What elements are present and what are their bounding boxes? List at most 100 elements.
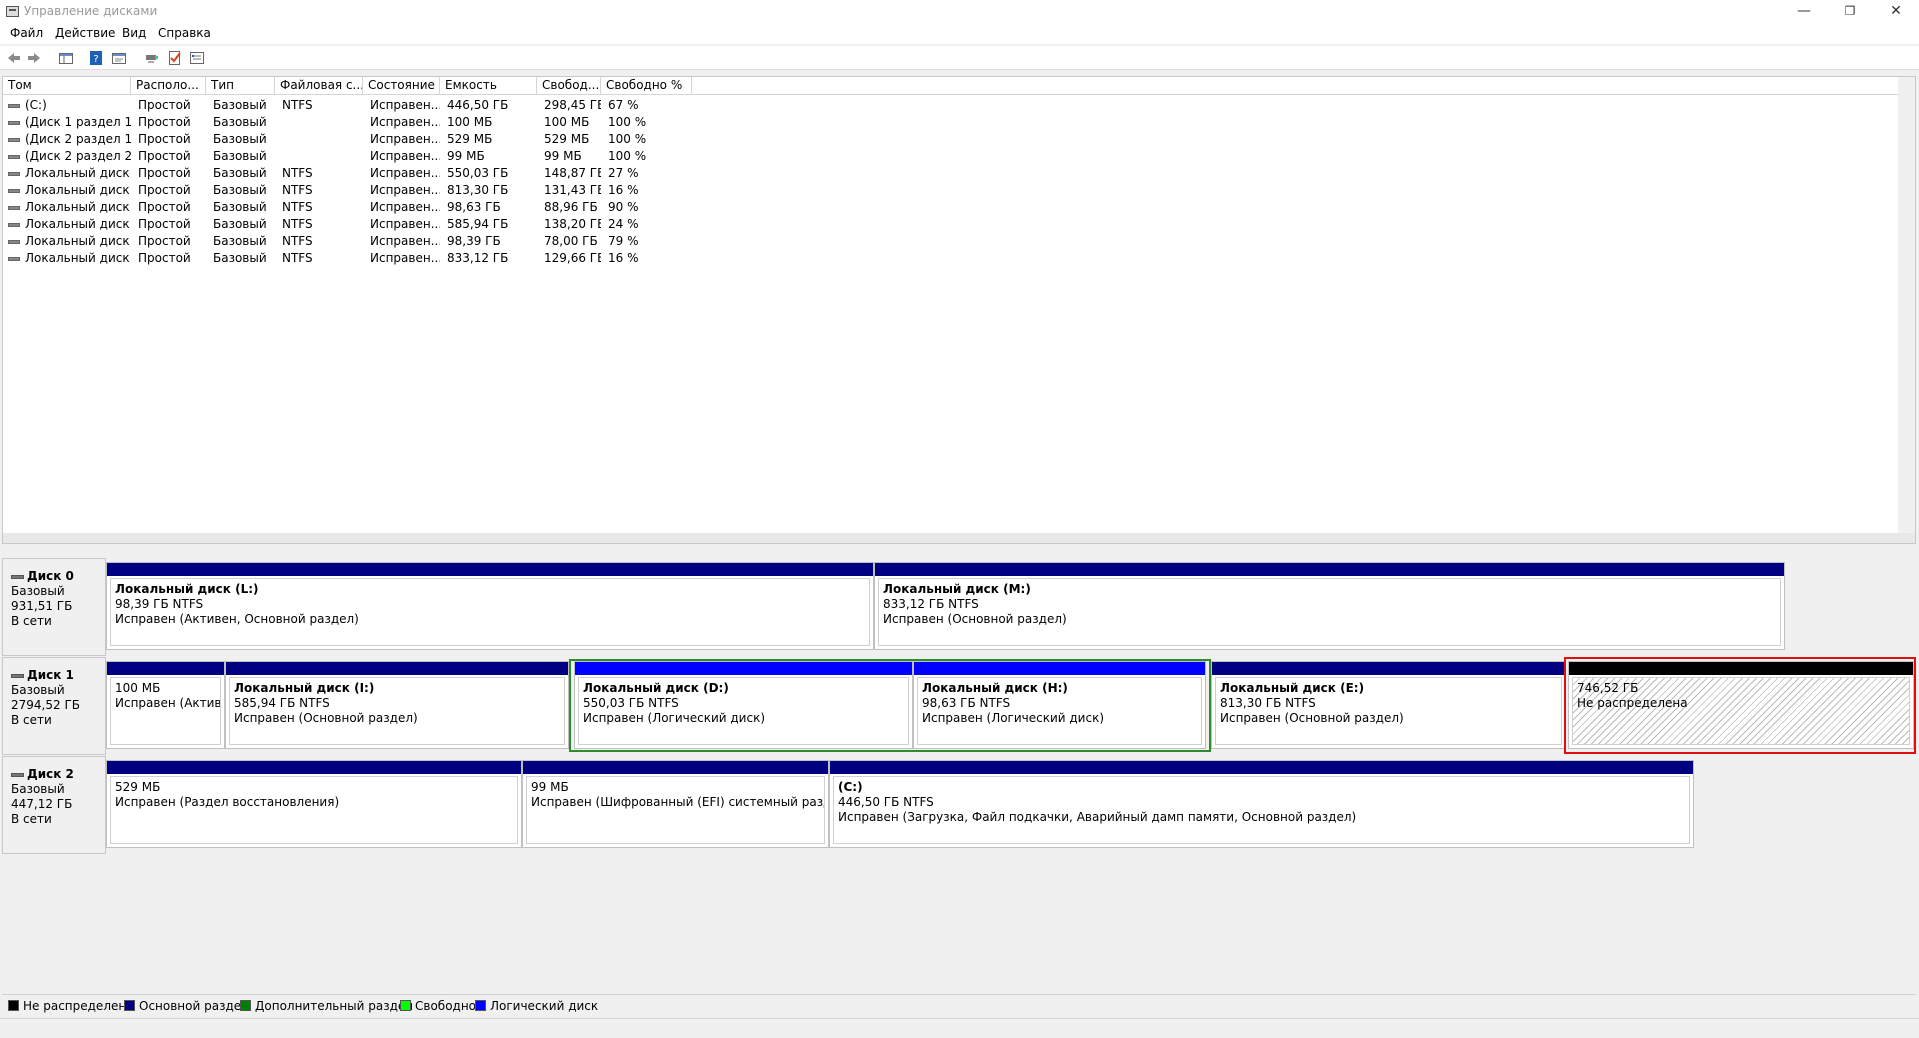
partition[interactable]: (C:) 446,50 ГБ NTFS Исправен (Загрузка, … — [829, 760, 1694, 848]
volume-status: Исправен... — [370, 217, 440, 231]
properties-icon[interactable] — [111, 50, 127, 66]
menu-help[interactable]: Справка — [158, 26, 211, 40]
menu-file[interactable]: Файл — [10, 26, 43, 40]
volume-layout: Простой — [138, 217, 191, 231]
volume-capacity: 585,94 ГБ — [447, 217, 509, 231]
partition-body: Локальный диск (M:) 833,12 ГБ NTFS Испра… — [878, 578, 1781, 646]
disk-name: Диск 1 — [27, 668, 74, 682]
disk-name: Диск 2 — [27, 767, 74, 781]
volume-status: Исправен... — [370, 234, 440, 248]
volume-status: Исправен... — [370, 149, 440, 163]
close-button[interactable]: ✕ — [1873, 0, 1919, 24]
partition-body: Локальный диск (D:) 550,03 ГБ NTFS Испра… — [578, 677, 909, 745]
partition[interactable]: 99 МБ Исправен (Шифрованный (EFI) систем… — [522, 760, 829, 848]
partition[interactable]: Локальный диск (H:) 98,63 ГБ NTFS Исправ… — [913, 661, 1206, 749]
volume-layout: Простой — [138, 234, 191, 248]
disk-label[interactable]: Диск 2 Базовый 447,12 ГБ В сети — [2, 756, 106, 854]
volume-icon — [8, 240, 20, 244]
disk-row: Диск 2 Базовый 447,12 ГБ В сети 529 МБ И… — [2, 756, 1916, 854]
settings-icon[interactable] — [189, 50, 205, 66]
volume-status: Исправен... — [370, 183, 440, 197]
volume-list-splitter[interactable] — [3, 533, 1915, 543]
disk-label[interactable]: Диск 0 Базовый 931,51 ГБ В сети — [2, 558, 106, 656]
volume-row[interactable]: Локальный диск (... Простой Базовый NTFS… — [3, 216, 1915, 233]
disk-type: Базовый — [11, 584, 65, 598]
volume-icon — [8, 223, 20, 227]
column-header-status[interactable]: Состояние — [363, 77, 440, 95]
show-hide-tree-icon[interactable] — [58, 50, 74, 66]
volume-row[interactable]: Локальный диск (... Простой Базовый NTFS… — [3, 199, 1915, 216]
column-header-free-space[interactable]: Свобод... — [537, 77, 601, 95]
volume-status: Исправен... — [370, 132, 440, 146]
volume-row[interactable]: (Диск 1 раздел 1) Простой Базовый Исправ… — [3, 114, 1915, 131]
check-icon[interactable] — [167, 50, 183, 66]
volume-row[interactable]: (Диск 2 раздел 2) Простой Базовый Исправ… — [3, 148, 1915, 165]
volume-filesystem: NTFS — [282, 217, 313, 231]
volume-free-space: 131,43 ГБ — [544, 183, 601, 197]
back-icon[interactable] — [6, 50, 22, 66]
volume-status: Исправен... — [370, 98, 440, 112]
volume-icon — [8, 206, 20, 210]
disk-label[interactable]: Диск 1 Базовый 2794,52 ГБ В сети — [2, 657, 106, 755]
toolbar: ? — [0, 46, 1919, 70]
partition[interactable]: Локальный диск (D:) 550,03 ГБ NTFS Испра… — [574, 661, 913, 749]
volume-name: (C:) — [25, 98, 47, 112]
partition-type-bar — [1212, 662, 1565, 675]
partition[interactable]: Локальный диск (L:) 98,39 ГБ NTFS Исправ… — [106, 562, 874, 650]
partition-size: 529 МБ — [115, 780, 161, 794]
volume-capacity: 446,50 ГБ — [447, 98, 509, 112]
column-header-free-percent[interactable]: Свободно % — [601, 77, 692, 95]
volume-name: (Диск 1 раздел 1) — [25, 115, 131, 129]
column-header-type[interactable]: Тип — [206, 77, 275, 95]
partition-name: Локальный диск (D:) — [583, 681, 729, 695]
partition[interactable]: 100 МБ Исправен (Активен — [106, 661, 225, 749]
volume-type: Базовый — [213, 183, 267, 197]
partition[interactable]: Локальный диск (I:) 585,94 ГБ NTFS Испра… — [225, 661, 569, 749]
partition[interactable]: Локальный диск (E:) 813,30 ГБ NTFS Испра… — [1211, 661, 1566, 749]
volume-row[interactable]: Локальный диск (... Простой Базовый NTFS… — [3, 165, 1915, 182]
volume-row[interactable]: (Диск 2 раздел 1) Простой Базовый Исправ… — [3, 131, 1915, 148]
partition-type-bar — [875, 563, 1784, 576]
legend-label: Логический диск — [490, 999, 599, 1013]
connect-icon[interactable] — [144, 50, 160, 66]
volume-icon — [8, 121, 20, 125]
legend-swatch — [8, 1000, 19, 1011]
volume-layout: Простой — [138, 200, 191, 214]
partition[interactable]: Локальный диск (M:) 833,12 ГБ NTFS Испра… — [874, 562, 1785, 650]
partition-body: Локальный диск (I:) 585,94 ГБ NTFS Испра… — [229, 677, 565, 745]
volume-row[interactable]: Локальный диск (... Простой Базовый NTFS… — [3, 182, 1915, 199]
legend-label: Дополнительный раздел — [255, 999, 413, 1013]
minimize-button[interactable]: — — [1781, 0, 1827, 24]
partition-status: Исправен (Шифрованный (EFI) системный ра… — [531, 795, 825, 809]
volume-list-scrollbar[interactable] — [1898, 77, 1915, 543]
partition-status: Исправен (Загрузка, Файл подкачки, Авари… — [838, 810, 1357, 824]
menu-view[interactable]: Вид — [122, 26, 146, 40]
forward-icon[interactable] — [26, 50, 42, 66]
volume-row[interactable]: (C:) Простой Базовый NTFS Исправен... 44… — [3, 97, 1915, 114]
column-header-filesystem[interactable]: Файловая с... — [275, 77, 363, 95]
volume-free-percent: 27 % — [608, 166, 639, 180]
partition[interactable]: 529 МБ Исправен (Раздел восстановления) — [106, 760, 522, 848]
partition-status: Исправен (Основной раздел) — [1220, 711, 1404, 725]
column-header-layout[interactable]: Располо... — [131, 77, 206, 95]
legend-label: Свободно — [415, 999, 477, 1013]
legend-swatch — [400, 1000, 411, 1011]
volume-type: Базовый — [213, 98, 267, 112]
column-header-capacity[interactable]: Емкость — [440, 77, 537, 95]
volume-name: Локальный диск (... — [25, 183, 131, 197]
volume-status: Исправен... — [370, 166, 440, 180]
disk-management-app-icon — [6, 6, 19, 17]
legend-primary: Основной раздел — [124, 999, 249, 1013]
volume-type: Базовый — [213, 149, 267, 163]
partition-body: 99 МБ Исправен (Шифрованный (EFI) систем… — [526, 776, 825, 844]
help-icon[interactable]: ? — [88, 50, 104, 66]
volume-row[interactable]: Локальный диск (... Простой Базовый NTFS… — [3, 233, 1915, 250]
volume-layout: Простой — [138, 98, 191, 112]
partition-name: Локальный диск (H:) — [922, 681, 1068, 695]
menu-action[interactable]: Действие — [55, 26, 115, 40]
volume-row[interactable]: Локальный диск (... Простой Базовый NTFS… — [3, 250, 1915, 267]
column-header-volume[interactable]: Том — [3, 77, 131, 95]
restore-button[interactable]: ❐ — [1827, 0, 1873, 24]
legend: Не распределена Основной раздел Дополнит… — [2, 994, 1916, 1014]
disk-status: В сети — [11, 812, 52, 826]
